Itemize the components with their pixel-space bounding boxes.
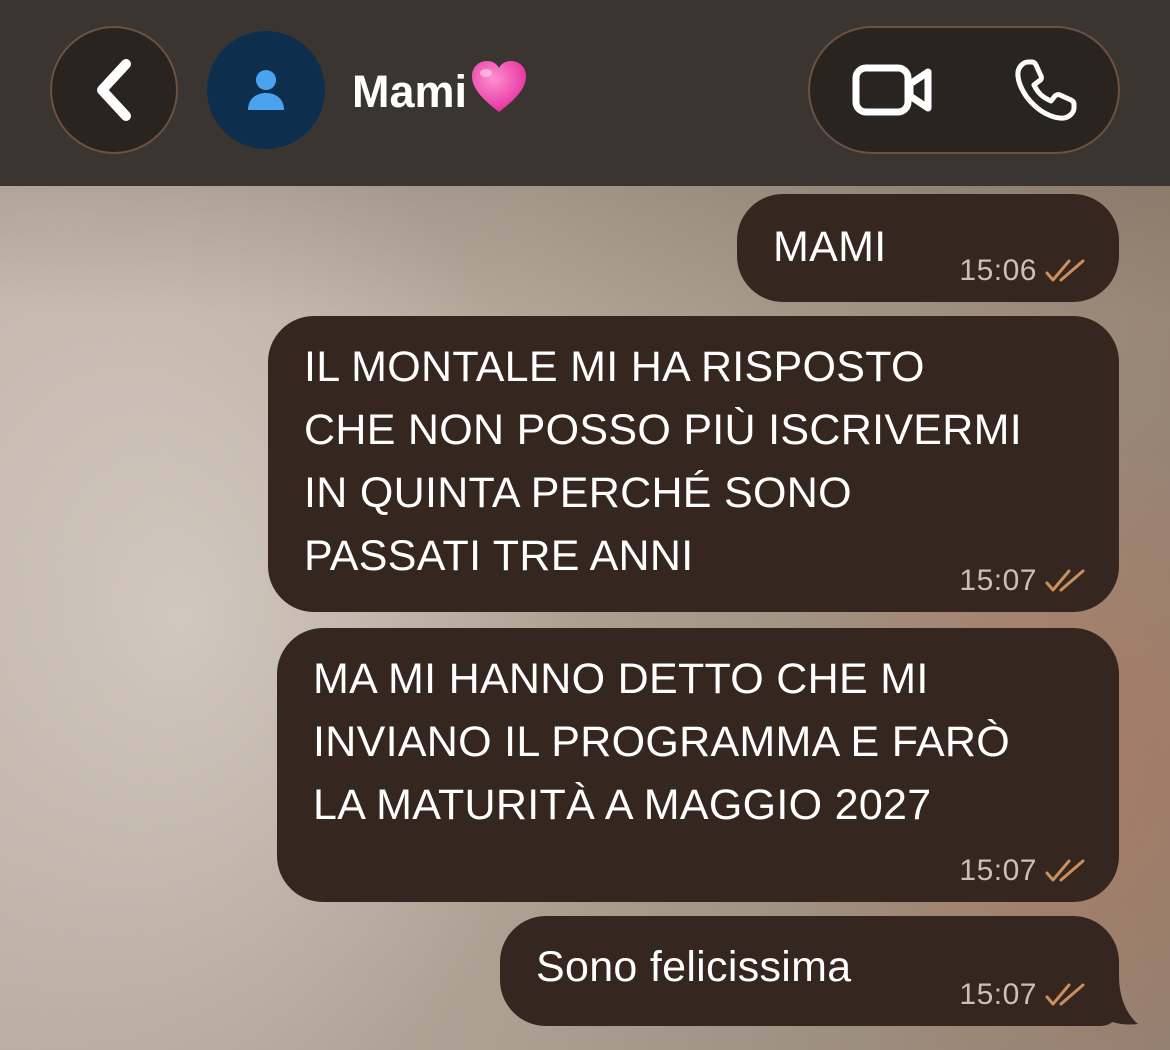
- message-meta: 15:07: [959, 978, 1085, 1012]
- bubble-tail: [1100, 976, 1138, 1025]
- double-check-icon: [1045, 259, 1085, 282]
- message-text: IL MONTALE MI HA RISPOSTO CHE NON POSSO …: [304, 343, 1023, 580]
- voice-call-button[interactable]: [998, 50, 1094, 130]
- message-time: 15:07: [959, 564, 1037, 597]
- message-text: MA MI HANNO DETTO CHE MI INVIANO IL PROG…: [313, 655, 1011, 829]
- message-meta: 15:06: [959, 254, 1085, 288]
- heart-emoji-icon: [469, 58, 529, 127]
- message-meta: 15:07: [959, 854, 1085, 888]
- message-list: MAMI 15:06 IL MONTALE MI HA RISPOSTO CHE…: [0, 186, 1170, 1050]
- message-text: Sono felicissima: [536, 943, 852, 991]
- message-text: MAMI: [773, 223, 887, 271]
- contact-name-text: Mami: [352, 66, 468, 117]
- message-bubble[interactable]: MA MI HANNO DETTO CHE MI INVIANO IL PROG…: [277, 628, 1119, 902]
- video-camera-icon: [852, 64, 932, 116]
- message-time: 15:07: [959, 978, 1037, 1011]
- contact-name[interactable]: Mami: [352, 60, 529, 124]
- message-time: 15:06: [959, 254, 1037, 287]
- message-bubble[interactable]: MAMI 15:06: [737, 194, 1119, 302]
- double-check-icon: [1045, 569, 1085, 592]
- phone-icon: [1015, 59, 1077, 121]
- contact-avatar[interactable]: [207, 31, 325, 149]
- back-button[interactable]: [50, 26, 178, 154]
- person-icon: [248, 70, 284, 110]
- message-bubble[interactable]: Sono felicissima 15:07: [500, 916, 1119, 1026]
- call-actions: [808, 26, 1120, 154]
- chevron-left-icon: [97, 59, 131, 121]
- message-meta: 15:07: [959, 564, 1085, 598]
- message-bubble[interactable]: IL MONTALE MI HA RISPOSTO CHE NON POSSO …: [268, 316, 1119, 612]
- double-check-icon: [1045, 983, 1085, 1006]
- double-check-icon: [1045, 859, 1085, 882]
- chat-header: Mami: [0, 0, 1170, 186]
- video-call-button[interactable]: [838, 50, 948, 130]
- message-time: 15:07: [959, 854, 1037, 887]
